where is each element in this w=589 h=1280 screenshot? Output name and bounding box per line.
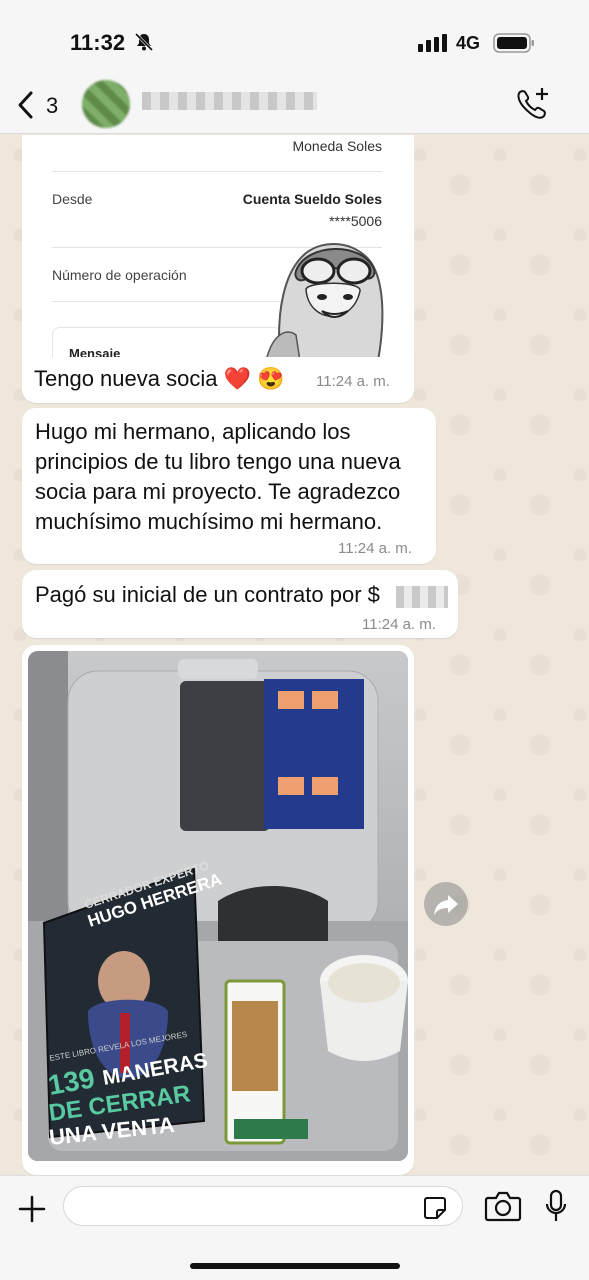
message-time: 11:24 a. m. (338, 540, 412, 557)
receipt-currency-value: Moneda Soles (292, 138, 382, 154)
message-bubble[interactable]: Tengo nueva socia ❤️ 😍 11:24 a. m. (22, 357, 414, 403)
plus-icon[interactable] (17, 1194, 47, 1224)
message-time: 11:24 a. m. (316, 373, 390, 390)
photo-message-bubble[interactable]: CERRADOR EXPERTO HUGO HERRERA ESTE LIBRO… (22, 645, 414, 1175)
contact-name[interactable] (142, 92, 317, 110)
microphone-icon[interactable] (544, 1189, 568, 1223)
forward-icon[interactable] (424, 882, 468, 926)
chat-area[interactable]: Moneda Soles Desde Cuenta Sueldo Soles *… (0, 135, 589, 1175)
message-bubble[interactable]: Hugo mi hermano, aplicando los principio… (22, 408, 436, 564)
status-time: 11:32 (70, 30, 126, 55)
bell-off-icon (134, 32, 154, 52)
receipt-from-account: Cuenta Sueldo Soles (242, 191, 382, 207)
receipt-operation-label: Número de operación (52, 267, 187, 283)
add-call-icon[interactable] (514, 86, 550, 122)
receipt-from-number: ****5006 (329, 213, 382, 229)
network-type: 4G (456, 33, 481, 53)
camera-icon[interactable] (484, 1190, 522, 1222)
sticker-icon[interactable] (422, 1195, 448, 1221)
battery-icon (493, 33, 534, 53)
signal-icon (418, 34, 447, 52)
back-chevron-icon[interactable] (16, 90, 36, 120)
airplane-tray-photo[interactable]: CERRADOR EXPERTO HUGO HERRERA ESTE LIBRO… (28, 651, 408, 1161)
redacted-amount (396, 586, 448, 608)
message-time: 11:24 a. m. (362, 616, 436, 633)
message-input-bar (0, 1175, 589, 1280)
aviator-sticker-image (266, 242, 384, 361)
message-text: Pagó su inicial de un contrato por $ (35, 582, 380, 607)
status-bar: 11:32 4G (0, 0, 589, 80)
contact-avatar[interactable] (82, 80, 130, 128)
home-indicator (190, 1263, 400, 1269)
message-bubble[interactable]: Pagó su inicial de un contrato por $ 11:… (22, 570, 458, 638)
unread-count[interactable]: 3 (46, 93, 58, 119)
receipt-divider (52, 171, 382, 172)
chat-header: 3 (0, 80, 589, 134)
message-text: Tengo nueva socia ❤️ 😍 (34, 366, 285, 391)
receipt-from-label: Desde (52, 191, 93, 207)
message-input[interactable] (63, 1186, 463, 1226)
photo-scene-image: CERRADOR EXPERTO HUGO HERRERA ESTE LIBRO… (28, 651, 408, 1161)
message-text: Hugo mi hermano, aplicando los principio… (35, 419, 401, 534)
